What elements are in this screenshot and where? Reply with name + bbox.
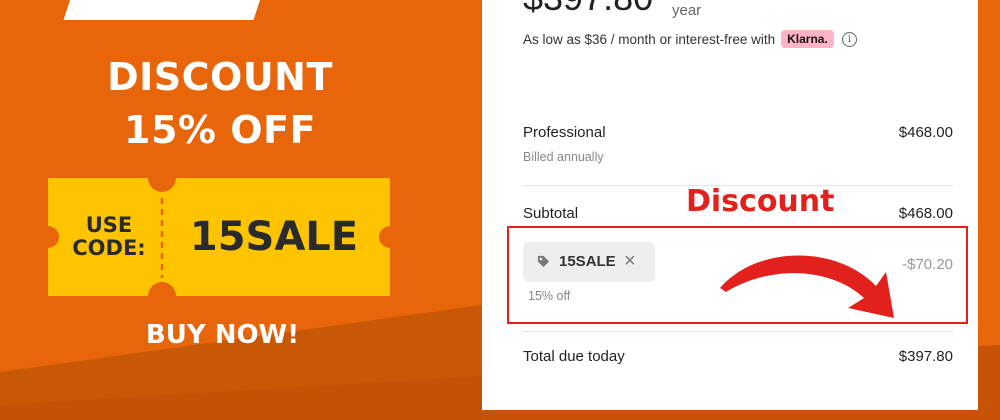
promo-title-line1: DISCOUNT [107,55,333,99]
arrow-icon [720,255,894,318]
total-label: Total due today [523,348,625,365]
installment-info: As low as $36 / month or interest-free w… [523,30,857,48]
plan-billing: Billed annually [523,150,604,164]
discount-annotation-label: Discount [686,184,835,219]
installment-text: As low as $36 / month or interest-free w… [523,31,776,47]
ticket-use-code-label: USE CODE: [72,213,146,260]
klarna-badge[interactable]: Klarna. [781,30,834,48]
plan-name: Professional [523,124,606,141]
promo-corner-tag [63,0,267,20]
ticket-code: 15SALE [189,214,359,260]
divider [523,331,953,332]
subtotal-label: Subtotal [523,205,579,222]
price-total: $397.80 [523,0,653,18]
info-icon[interactable]: i [841,31,857,47]
coupon-ticket: USE CODE: 15SALE [48,178,390,296]
promo-title-line2: 15% OFF [124,108,316,152]
plan-amount: $468.00 [898,124,953,141]
price-period: year [672,2,702,19]
total-amount: $397.80 [898,348,953,365]
subtotal-amount: $468.00 [898,205,953,222]
buy-now-cta[interactable]: BUY NOW! [0,322,445,348]
